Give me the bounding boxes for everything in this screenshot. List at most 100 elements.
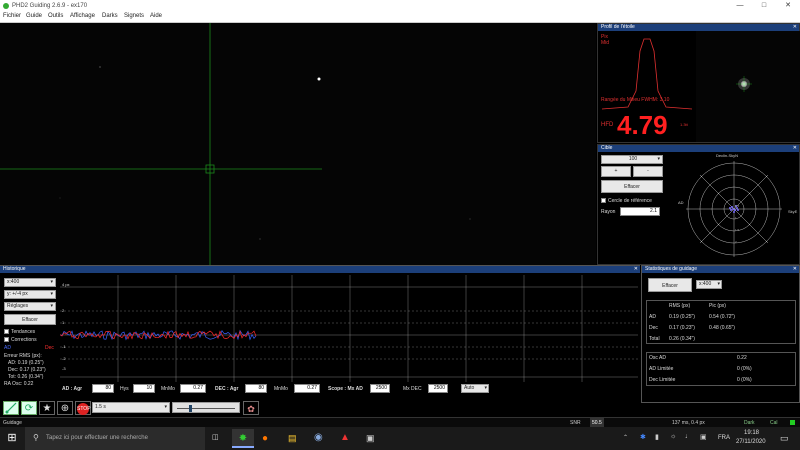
target-label-left: AD [678, 200, 684, 205]
close-icon[interactable]: ✕ [776, 0, 800, 12]
bluetooth-icon[interactable]: ✱ [640, 433, 646, 441]
stats-cell: Dec Limitée [649, 377, 676, 383]
chevron-down-icon: ▾ [50, 279, 53, 285]
history-pane: Historique ✕ x:400 ▾ y: +/-4 px ▾ Réglages… [0, 265, 640, 403]
language-indicator[interactable]: FRA [718, 435, 730, 441]
phd2-taskbar-icon[interactable]: ✸ [232, 429, 254, 448]
network-icon[interactable]: ▣ [700, 433, 707, 441]
y-range-combo[interactable]: y: +/-4 px ▾ [4, 290, 56, 299]
taskbar: ⊞ ⚲ Tapez ici pour effectuer une recherc… [0, 427, 800, 450]
scale-combo[interactable]: 100 ▾ [601, 155, 663, 164]
ra-osc: RA Osc: 0.22 [4, 381, 34, 387]
dec-agr-input[interactable]: 80 [245, 384, 267, 393]
ring-label: 1.5 [735, 228, 740, 232]
menu-guide[interactable]: Guide [26, 13, 42, 19]
mx-dec-input[interactable]: 2500 [428, 384, 448, 393]
y-label: -1 [62, 344, 66, 349]
target-plot [686, 161, 782, 257]
clear-history-button[interactable]: Effacer [4, 314, 56, 325]
camera-image [0, 23, 471, 265]
ad-agr-label: AD : Agr [62, 386, 83, 392]
y-label: -2 [62, 356, 66, 361]
close-icon[interactable]: ✕ [793, 24, 797, 30]
mnmo-ad-input[interactable]: 0.27 [180, 384, 206, 393]
menu-outils[interactable]: Outils [48, 13, 63, 19]
dec-legend: Dec [45, 345, 54, 351]
snr-value: 1.3tt [680, 122, 688, 127]
ref-circle-checkbox[interactable] [601, 198, 606, 203]
zoom-out-button[interactable]: - [633, 166, 663, 177]
close-icon[interactable]: ✕ [793, 145, 797, 151]
hys-input[interactable]: 10 [133, 384, 155, 393]
ad-agr-input[interactable]: 80 [92, 384, 114, 393]
mode-combo[interactable]: Auto ▾ [461, 384, 489, 393]
chevron-down-icon: ▾ [164, 404, 167, 410]
chevron-down-icon: ▾ [657, 156, 660, 162]
notifications-icon[interactable]: ▭ [780, 433, 789, 444]
volume-icon[interactable]: ♩ [685, 433, 692, 440]
stats-table-2: Osc AD 0.22 AD Limitée 0 (0%) Dec Limité… [646, 352, 796, 386]
close-icon[interactable]: ✕ [634, 266, 638, 272]
search-box[interactable]: ⚲ Tapez ici pour effectuer une recherche [25, 427, 205, 450]
auto-select-star-icon[interactable]: ★ [39, 401, 55, 415]
menu-signets[interactable]: Signets [124, 13, 144, 19]
menu-darks[interactable]: Darks [102, 13, 118, 19]
corrections-label: Corrections [11, 337, 37, 343]
radius-input[interactable]: 2.1 [620, 207, 660, 216]
minimize-icon[interactable]: — [728, 0, 752, 12]
stop-icon[interactable]: STOP [75, 401, 91, 415]
clock-time[interactable]: 19:18 [744, 430, 759, 436]
file-explorer-icon[interactable]: ▤ [288, 433, 297, 444]
chevron-down-icon: ▾ [717, 281, 720, 287]
gamma-slider[interactable] [172, 402, 240, 413]
pane-title: Profil de l'étoile [598, 24, 799, 31]
corrections-checkbox[interactable] [4, 337, 9, 342]
mx-dec-label: Mx DEC [403, 386, 422, 392]
window-title: PHD2 Guiding 2.6.9 - ex170 [12, 3, 88, 9]
wifi-icon[interactable]: ☼ [670, 433, 676, 440]
mnmo-dec-input[interactable]: 0.27 [294, 384, 320, 393]
stats-range-combo[interactable]: x:400 ▾ [696, 280, 722, 289]
x-range-combo[interactable]: x:400 ▾ [4, 278, 56, 287]
tray-chevron-icon[interactable]: ⌃ [623, 434, 628, 441]
settings-combo[interactable]: Réglages ▾ [4, 302, 56, 311]
clear-target-button[interactable]: Effacer [601, 180, 663, 193]
guide-target-icon[interactable]: ⊕ [57, 401, 73, 415]
stats-table: RMS (px) Pic (px) AD 0.19 (0.25") 0.54 (… [646, 300, 796, 344]
stats-cell: 0.26 (0.34") [669, 336, 695, 342]
hys-label: Hys [120, 386, 129, 392]
camera-view[interactable] [0, 23, 596, 265]
mx-ad-input[interactable]: 2500 [370, 384, 390, 393]
clear-stats-button[interactable]: Effacer [648, 278, 692, 292]
app-icon-grey[interactable]: ▣ [366, 433, 375, 444]
close-icon[interactable]: ✕ [793, 266, 797, 272]
menu-fichier[interactable]: Fichier [3, 13, 21, 19]
loop-icon[interactable]: ⟳ [21, 401, 37, 415]
star [99, 66, 101, 68]
maximize-icon[interactable]: □ [752, 0, 776, 12]
mnmo-label: MnMo [161, 386, 175, 392]
star-thumbnail [696, 31, 800, 142]
app-icon-red[interactable]: ▲ [340, 432, 350, 443]
chevron-down-icon: ▾ [50, 291, 53, 297]
menu-affichage[interactable]: Affichage [70, 13, 95, 19]
battery-icon[interactable]: ▮ [655, 433, 659, 441]
menu-aide[interactable]: Aide [150, 13, 162, 19]
clock-date[interactable]: 27/11/2020 [736, 439, 766, 445]
connect-gear-icon[interactable] [3, 401, 19, 415]
trend-checkbox[interactable] [4, 329, 9, 334]
windows-start-icon[interactable]: ⊞ [0, 427, 24, 450]
app-icon-blue[interactable]: ◉ [314, 432, 323, 443]
task-view-icon[interactable]: ◫ [212, 433, 219, 441]
firefox-icon[interactable]: ● [262, 433, 268, 444]
chevron-down-icon: ▾ [484, 385, 487, 391]
brain-settings-icon[interactable]: ✿ [243, 401, 259, 415]
star-profile-pane: Profil de l'étoile ✕ Pix Mid Rangée du M… [597, 23, 800, 143]
y-label: -3 [62, 366, 66, 371]
stats-header: RMS (px) [669, 303, 691, 309]
stats-cell: 0.22 [737, 355, 747, 361]
zoom-in-button[interactable]: + [601, 166, 631, 177]
ring-label: 0.5 [735, 204, 740, 208]
slider-thumb[interactable] [189, 405, 192, 412]
exposure-combo[interactable]: 1.5 s ▾ [92, 402, 170, 413]
